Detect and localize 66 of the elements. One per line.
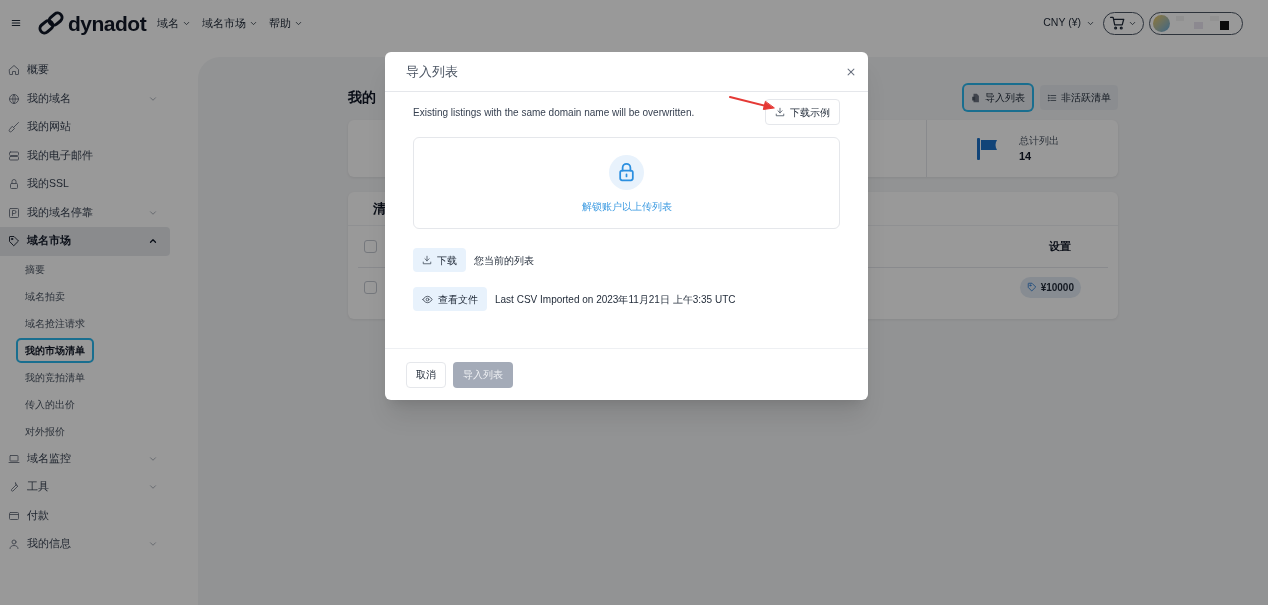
- stacked-bars-icon: [8, 149, 20, 162]
- wrench-icon: [8, 481, 20, 494]
- sidebar-item[interactable]: 我的电子邮件: [0, 141, 170, 170]
- submenu-item[interactable]: 我的竞拍清单: [16, 364, 94, 390]
- stat-label: 总计列出: [1019, 133, 1059, 148]
- close-icon[interactable]: [846, 66, 856, 77]
- brush-icon: [8, 121, 20, 134]
- submenu-item[interactable]: 域名抢注请求: [16, 310, 94, 336]
- download-sample-button[interactable]: 下载示例: [765, 99, 840, 125]
- annotation-arrow: [729, 95, 775, 111]
- stat-value: 14: [1019, 148, 1033, 164]
- cart-icon: [1110, 16, 1125, 30]
- sidebar-item[interactable]: 我的信息: [0, 530, 170, 559]
- sidebar-item[interactable]: 我的域名停靠: [0, 198, 170, 227]
- submenu-item[interactable]: 传入的出价: [16, 391, 84, 417]
- menu-icon[interactable]: [11, 18, 21, 28]
- currency-dropdown[interactable]: CNY (¥): [1043, 15, 1095, 31]
- checkbox[interactable]: [364, 240, 377, 253]
- download-icon: [422, 255, 432, 265]
- logo-icon: [36, 10, 66, 36]
- sidebar-item[interactable]: 我的SSL: [0, 170, 170, 199]
- card-title: 清: [373, 199, 386, 218]
- submenu-item[interactable]: 域名拍卖: [16, 283, 74, 309]
- tag-icon: [1026, 282, 1037, 292]
- lock-icon: [609, 155, 644, 190]
- flag-icon: [977, 137, 997, 160]
- notice-text: Existing listings with the same domain name will be overwritten.: [413, 105, 695, 120]
- sidebar-item[interactable]: 域名市场: [0, 227, 170, 256]
- checkbox[interactable]: [364, 280, 377, 294]
- sidebar-item[interactable]: 付款: [0, 501, 170, 530]
- sidebar-item[interactable]: 我的域名: [0, 84, 170, 113]
- download-button[interactable]: 下载: [413, 248, 466, 272]
- tag-icon: [8, 235, 20, 248]
- submenu-item[interactable]: 摘要: [16, 256, 54, 282]
- parking-icon: [8, 206, 20, 219]
- import-list-button[interactable]: 导入列表: [964, 85, 1032, 110]
- eye-icon: [422, 293, 433, 305]
- info-text: Last CSV Imported on 2023年11月21日 上午3:35 UTC: [495, 292, 736, 307]
- document-icon: [971, 92, 981, 103]
- sidebar-item[interactable]: 工具: [0, 473, 170, 502]
- logo-text[interactable]: dynadot: [68, 12, 147, 34]
- nav-menu[interactable]: 帮助: [269, 14, 304, 32]
- sidebar-item[interactable]: 域名监控: [0, 444, 170, 473]
- nav-menu[interactable]: 域名: [157, 14, 192, 32]
- wallet-icon: [8, 509, 20, 522]
- list-icon: [1047, 92, 1057, 103]
- price-tag[interactable]: ¥10000: [1019, 276, 1081, 298]
- submenu-item[interactable]: 我的市场清单: [16, 337, 94, 363]
- lock-icon: [8, 178, 20, 191]
- user-icon: [8, 538, 20, 551]
- page-title: 我的: [348, 88, 376, 107]
- download-icon: [775, 107, 785, 117]
- sidebar-item[interactable]: 概要: [0, 56, 170, 85]
- column-header: 设置: [1049, 238, 1071, 254]
- nav-menu[interactable]: 域名市场: [202, 14, 259, 32]
- cancel-button[interactable]: 取消: [406, 361, 446, 388]
- dialog-title: 导入列表: [406, 62, 458, 81]
- laptop-icon: [8, 452, 20, 465]
- info-text: 您当前的列表: [474, 253, 534, 268]
- avatar-icon: [1153, 14, 1170, 32]
- submenu-item[interactable]: 对外报价: [16, 418, 74, 444]
- sidebar-item[interactable]: 我的网站: [0, 113, 170, 142]
- home-icon: [8, 64, 20, 77]
- globe-icon: [8, 92, 20, 105]
- view-file-button[interactable]: 查看文件: [413, 287, 487, 311]
- unlock-account-link[interactable]: 解锁账户以上传列表: [581, 199, 672, 214]
